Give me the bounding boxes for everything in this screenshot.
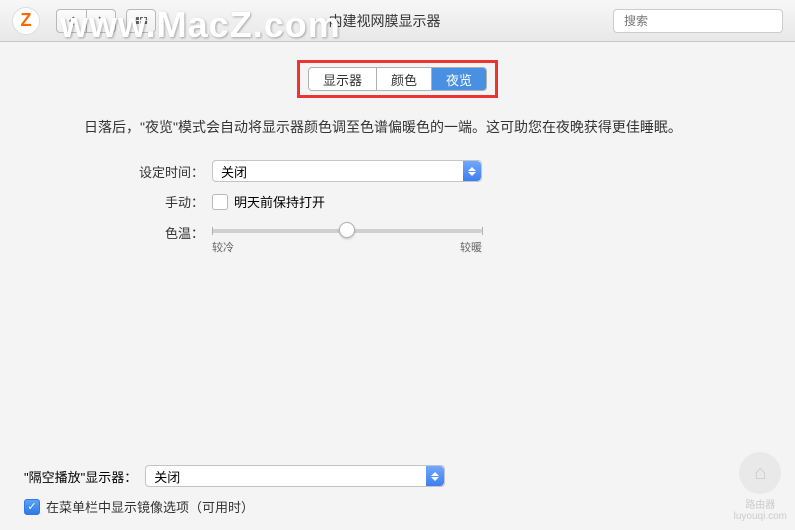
form-area: 设定时间： 关闭 手动： 明天前保持打开 色温： 较冷 — [24, 160, 771, 255]
corner-badge: ⌂ 路由器 luyouqi.com — [734, 452, 787, 522]
corner-badge-sub: luyouqi.com — [734, 511, 787, 522]
temperature-row: 色温： 较冷 较暖 — [124, 221, 771, 255]
schedule-value: 关闭 — [221, 162, 247, 181]
router-icon: ⌂ — [739, 452, 781, 494]
mirror-label: 在菜单栏中显示镜像选项（可用时） — [46, 497, 254, 516]
slider-max-label: 较暖 — [460, 239, 482, 255]
search-input[interactable] — [624, 14, 779, 28]
mirror-row: ✓ 在菜单栏中显示镜像选项（可用时） — [24, 497, 771, 516]
watermark-text: www.MacZ.com — [60, 4, 341, 46]
airplay-row: "隔空播放"显示器： 关闭 — [24, 465, 771, 487]
chevron-updown-icon — [426, 466, 444, 486]
bottom-section: "隔空播放"显示器： 关闭 ✓ 在菜单栏中显示镜像选项（可用时） — [0, 451, 795, 530]
manual-checkbox[interactable] — [212, 194, 228, 210]
manual-row: 手动： 明天前保持打开 — [124, 192, 771, 211]
slider-thumb[interactable] — [339, 222, 355, 238]
slider-min-label: 较冷 — [212, 239, 234, 255]
tabs-row: 显示器 颜色 夜览 — [24, 60, 771, 98]
search-box[interactable] — [613, 9, 783, 33]
chevron-updown-icon — [463, 161, 481, 181]
description-text: 日落后，"夜览"模式会自动将显示器颜色调至色谱偏暖色的一端。这可助您在夜晚获得更… — [24, 116, 771, 160]
airplay-value: 关闭 — [154, 467, 180, 486]
slider-labels: 较冷 较暖 — [212, 239, 482, 255]
content-area: 显示器 颜色 夜览 日落后，"夜览"模式会自动将显示器颜色调至色谱偏暖色的一端。… — [0, 42, 795, 283]
schedule-select[interactable]: 关闭 — [212, 160, 482, 182]
manual-label: 手动： — [124, 192, 204, 211]
tab-color[interactable]: 颜色 — [377, 68, 432, 90]
highlight-box: 显示器 颜色 夜览 — [297, 60, 498, 98]
schedule-label: 设定时间： — [124, 162, 204, 181]
tab-group: 显示器 颜色 夜览 — [308, 67, 487, 91]
tab-night-shift[interactable]: 夜览 — [432, 68, 486, 90]
tab-display[interactable]: 显示器 — [309, 68, 377, 90]
airplay-label: "隔空播放"显示器： — [24, 467, 137, 486]
temperature-slider[interactable] — [212, 229, 482, 233]
temperature-label: 色温： — [124, 221, 204, 242]
corner-badge-text: 路由器 — [734, 496, 787, 511]
airplay-select[interactable]: 关闭 — [145, 465, 445, 487]
manual-checkbox-label: 明天前保持打开 — [234, 192, 325, 211]
schedule-row: 设定时间： 关闭 — [124, 160, 771, 182]
mirror-checkbox[interactable]: ✓ — [24, 499, 40, 515]
logo-z-icon: Z — [12, 7, 40, 35]
